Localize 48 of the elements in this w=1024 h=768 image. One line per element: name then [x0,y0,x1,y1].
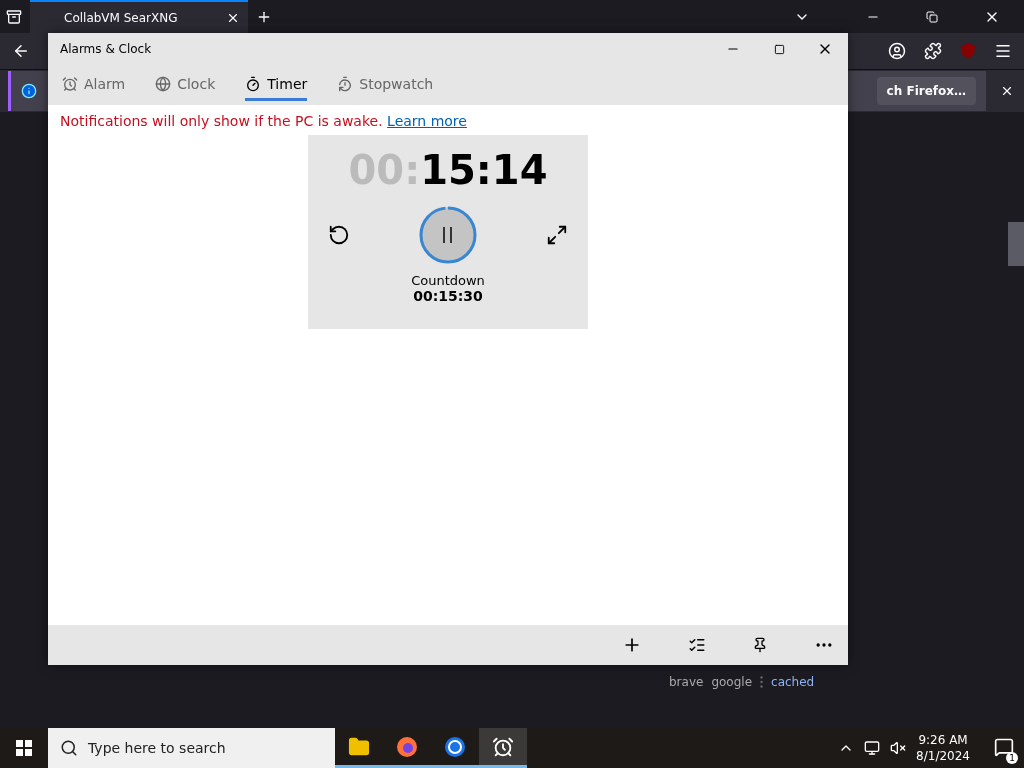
firefox-icon [396,735,418,758]
engine-label: google [711,675,753,689]
notification-center-button[interactable]: 1 [994,736,1014,760]
folder-icon [348,735,370,758]
back-icon[interactable] [12,42,30,60]
taskbar-app[interactable] [479,728,527,768]
app-tab[interactable]: Stopwatch [337,69,434,101]
tab-list-icon[interactable] [6,8,22,25]
app-tab[interactable]: Timer [245,69,308,101]
app-tab[interactable]: Clock [155,69,216,101]
account-icon[interactable] [888,42,906,60]
notification-button[interactable]: ch Firefox… [876,77,976,105]
globe-icon [155,75,172,92]
search-field[interactable]: Type here to search [48,728,335,768]
alarm-clock-icon [62,75,78,92]
notification-count: 1 [1006,751,1018,764]
search-icon [60,739,78,757]
engine-label: brave [669,675,704,689]
learn-more-link[interactable]: Learn more [387,113,467,129]
notice-text: Notifications will only show if the PC is awake. Learn more [60,113,468,129]
maximize-icon[interactable] [773,43,785,55]
vertical-dots-icon [760,676,764,688]
timer-remaining: 15:14 [420,147,548,193]
network-icon[interactable] [864,740,881,756]
browser-tab[interactable]: CollabVM SearXNG [30,0,248,33]
info-icon [21,83,37,99]
reset-icon[interactable] [328,224,350,246]
close-icon[interactable] [1000,84,1014,98]
pin-icon[interactable] [752,637,768,653]
menu-icon[interactable] [994,42,1012,60]
cached-link[interactable]: cached [771,675,815,689]
alarm-clock-icon [492,735,514,758]
checklist-icon[interactable] [688,636,706,654]
volume-muted-icon[interactable] [890,740,907,756]
windows-icon [16,740,32,756]
timer-label: Countdown [411,273,485,288]
window-title: Alarms & Clock [60,42,152,56]
timer-duration: 00:15:30 [413,288,483,304]
stopwatch-icon [337,75,354,92]
restore-icon[interactable] [926,10,938,23]
expand-icon[interactable] [546,224,568,246]
extensions-icon[interactable] [924,42,942,60]
scrollbar-thumb[interactable] [1008,222,1024,266]
taskbar-clock[interactable]: 9:26 AM 8/1/2024 [916,732,970,764]
browser-icon [444,735,466,758]
app-tab[interactable]: Alarm [62,69,126,101]
timer-icon [245,75,262,92]
pause-button[interactable] [418,205,478,265]
